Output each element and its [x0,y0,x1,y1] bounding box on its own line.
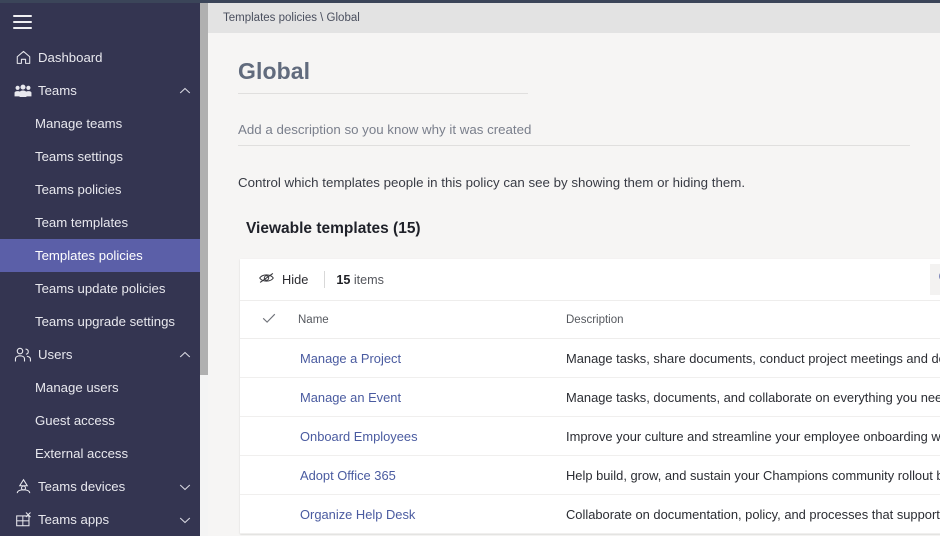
sidebar-item-manage-users[interactable]: Manage users [0,371,200,404]
select-all-column-header[interactable] [240,300,298,339]
sidebar-item-label: Teams settings [35,149,123,164]
checkmark-icon[interactable] [262,312,276,327]
main-content: Templates policies \ Global Global Add a… [208,3,940,536]
name-column-header[interactable]: Name [298,300,566,339]
sidebar-item-label: Dashboard [38,50,103,65]
sidebar-item-users[interactable]: Users [0,338,200,371]
sidebar-item-label: External access [35,446,129,461]
template-name-link[interactable]: Organize Help Desk [300,507,415,522]
sidebar-item-label: Users [38,347,73,362]
sidebar-item-manage-teams[interactable]: Manage teams [0,107,200,140]
template-name-link[interactable]: Onboard Employees [300,429,418,444]
row-select-cell[interactable] [240,416,298,456]
page-title: Global [238,58,311,84]
sidebar-item-label: Templates policies [35,248,143,263]
breadcrumb-bar: Templates policies \ Global [208,3,940,33]
chevron-up-icon[interactable] [170,351,200,359]
helper-text: Control which templates people in this p… [238,175,746,190]
table-header: Name Description [240,300,940,339]
sidebar-item-label: Teams [38,83,77,98]
table-row[interactable]: Manage a Project Manage tasks, share docu… [240,338,940,378]
template-name-cell: Organize Help Desk [298,494,566,534]
breadcrumb[interactable]: Templates policies \ Global [223,12,360,24]
sidebar-item-teams-devices[interactable]: Teams devices [0,470,200,503]
search-button[interactable] [930,264,940,295]
table-row[interactable]: Adopt Office 365 Help build, grow, and su… [240,455,940,495]
table-command-bar: Hide 15 items [240,259,940,300]
template-name-link[interactable]: Manage a Project [300,351,401,366]
template-name-link[interactable]: Adopt Office 365 [300,468,396,483]
hamburger-icon [13,15,32,29]
device-icon [8,478,38,495]
sidebar-item-templates-policies[interactable]: Templates policies [0,239,200,272]
sidebar-item-teams-policies[interactable]: Teams policies [0,173,200,206]
chevron-down-icon[interactable] [170,483,200,491]
template-name-cell: Manage an Event [298,377,566,417]
template-name-cell: Manage a Project [298,338,566,378]
template-name-cell: Adopt Office 365 [298,455,566,495]
row-select-cell[interactable] [240,455,298,495]
sidebar-item-teams-settings[interactable]: Teams settings [0,140,200,173]
hide-button-label: Hide [282,272,309,287]
sidebar-item-guest-access[interactable]: Guest access [0,404,200,437]
app-root: Dashboard Teams Manage teams Teams settings… [0,0,940,536]
users-icon [8,347,38,363]
left-sidebar: Dashboard Teams Manage teams Teams settings… [0,3,200,536]
home-icon [8,49,38,66]
hide-button[interactable]: Hide [253,267,313,292]
sidebar-scrollbar-thumb[interactable] [200,3,208,375]
table-row[interactable]: Organize Help Desk Collaborate on documen… [240,494,940,534]
sidebar-item-label: Teams update policies [35,281,166,296]
template-description-cell: Collaborate on documentation, policy, an… [566,494,940,534]
template-description-cell: Improve your culture and streamline your… [566,416,940,456]
template-name-cell: Onboard Employees [298,416,566,456]
template-description-cell: Manage tasks, documents, and collaborate… [566,377,940,417]
section-title: Viewable templates (15) [246,220,421,237]
policy-name-field[interactable]: Global [238,58,528,94]
sidebar-item-teams[interactable]: Teams [0,74,200,107]
description-column-header[interactable]: Description [566,300,940,339]
sidebar-item-teams-update-policies[interactable]: Teams update policies [0,272,200,305]
sidebar-item-teams-apps[interactable]: Teams apps [0,503,200,536]
row-select-cell[interactable] [240,377,298,417]
sidebar-item-label: Manage teams [35,116,123,131]
sidebar-item-label: Guest access [35,413,115,428]
table-row[interactable]: Manage an Event Manage tasks, documents, … [240,377,940,417]
table-row[interactable]: Onboard Employees Improve your culture an… [240,416,940,456]
chevron-up-icon[interactable] [170,87,200,95]
template-description-cell: Manage tasks, share documents, conduct p… [566,338,940,378]
item-count-suffix: items [353,272,384,287]
viewable-templates-card: Hide 15 items Name Description Manage a … [240,259,940,534]
template-name-link[interactable]: Manage an Event [300,390,401,405]
sidebar-item-label: Teams upgrade settings [35,314,176,329]
sidebar-item-label: Team templates [35,215,129,230]
people-icon [8,84,38,98]
sidebar-nav-list: Dashboard Teams Manage teams Teams settings… [0,41,200,536]
hamburger-menu-button[interactable] [0,3,200,41]
row-select-cell[interactable] [240,338,298,378]
item-count-value: 15 [336,272,351,287]
policy-description-placeholder: Add a description so you know why it was… [238,122,532,137]
sidebar-item-label: Teams policies [35,182,122,197]
template-description-cell: Help build, grow, and sustain your Champ… [566,455,940,495]
sidebar-item-team-templates[interactable]: Team templates [0,206,200,239]
content-body: Global Add a description so you know why… [208,58,940,238]
policy-description-field[interactable]: Add a description so you know why it was… [238,122,910,146]
sidebar-item-external-access[interactable]: External access [0,437,200,470]
table-body: Manage a Project Manage tasks, share docu… [240,338,940,534]
sidebar-item-label: Teams devices [38,479,126,494]
item-count: 15 items [336,273,384,287]
sidebar-item-dashboard[interactable]: Dashboard [0,41,200,74]
sidebar-item-label: Manage users [35,380,119,395]
sidebar-item-teams-upgrade-settings[interactable]: Teams upgrade settings [0,305,200,338]
row-select-cell[interactable] [240,494,298,534]
apps-icon [8,511,38,528]
table-header-row: Name Description [240,300,940,339]
command-bar-divider [324,271,326,288]
eye-hide-icon [258,271,275,288]
sidebar-item-label: Teams apps [38,512,110,527]
templates-table: Name Description Manage a Project Manage … [240,300,940,534]
chevron-down-icon[interactable] [170,516,200,524]
